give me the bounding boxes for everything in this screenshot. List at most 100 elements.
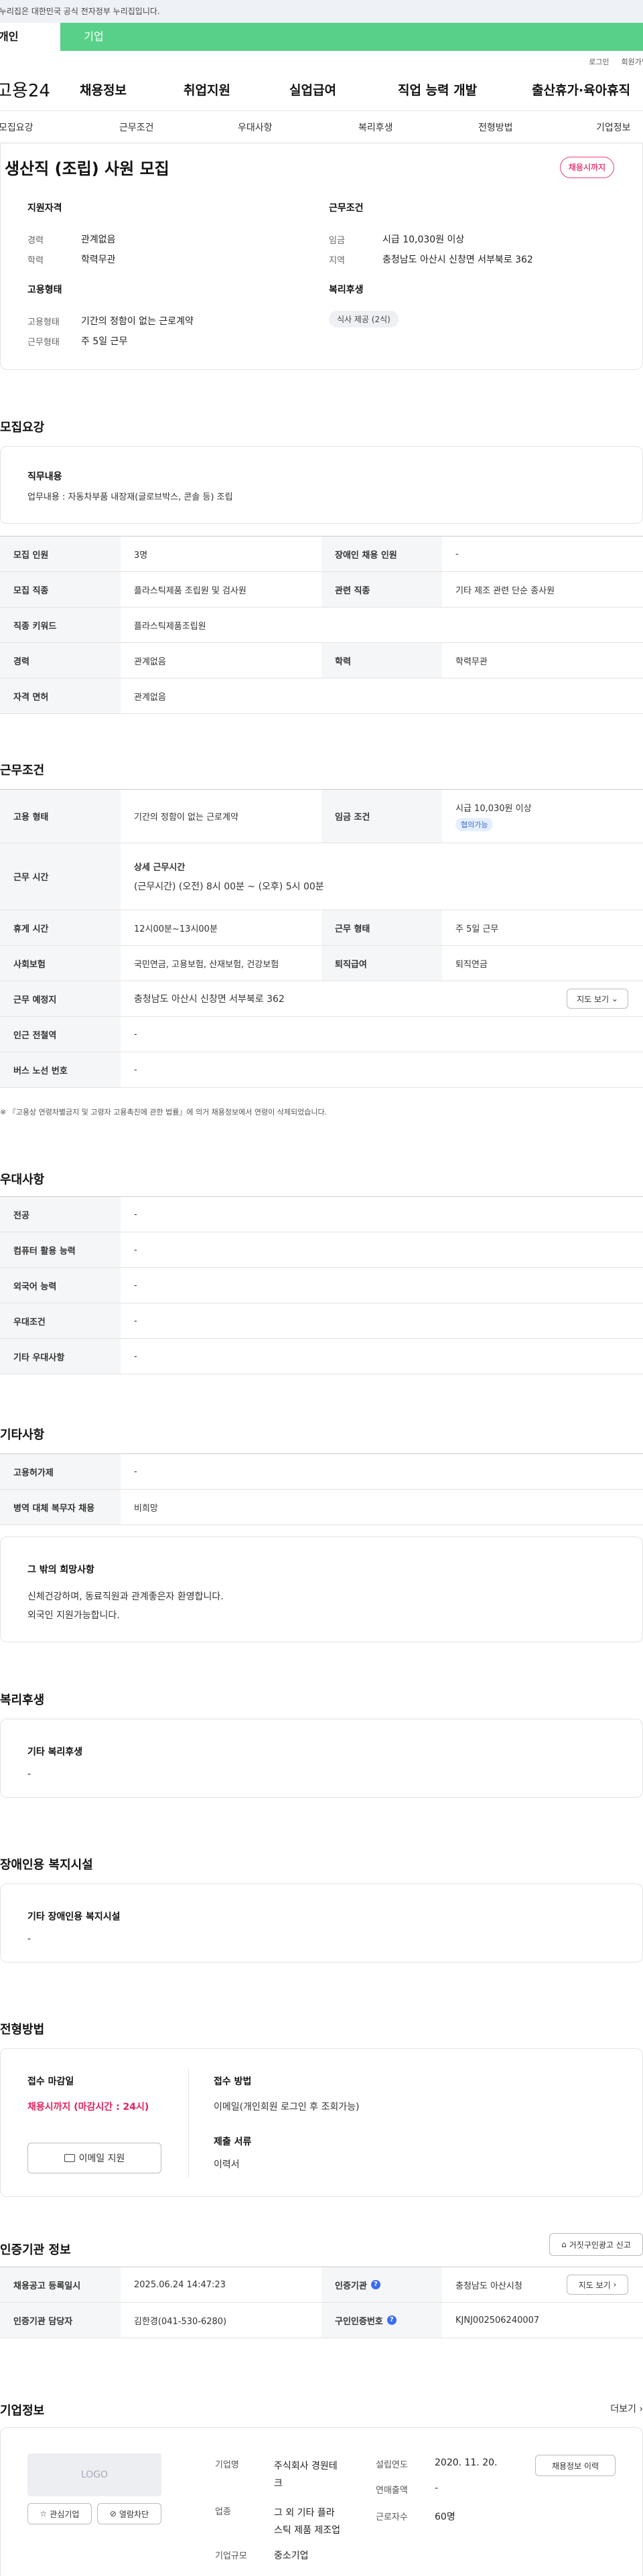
login-link[interactable]: 로그인	[589, 56, 609, 68]
signup-link[interactable]: 회원가입	[622, 56, 643, 68]
military-label: 병역 대체 복무자 채용	[0, 1490, 121, 1524]
docs-title: 제출 서류	[214, 2137, 252, 2147]
nav-employment-support[interactable]: 취업지원	[184, 80, 289, 98]
block-view-label: 열람차단	[119, 2509, 149, 2519]
job-history-button[interactable]: 채용정보 이력	[535, 2455, 616, 2476]
disability-box-value: -	[27, 1934, 31, 1944]
tab-personal[interactable]: 개인	[0, 23, 60, 51]
chevron-down-icon: ⌄	[611, 994, 618, 1003]
cert-no-label: 구인인증번호	[335, 2316, 383, 2327]
subnav-selection[interactable]: 전형방법	[478, 121, 513, 134]
disability-section-title: 장애인용 복지시설	[0, 1858, 93, 1872]
emp-type: 고용형태 기간의 정함이 없는 근로계약	[27, 311, 194, 331]
agency-section-title: 인증기관 정보	[0, 2243, 71, 2257]
employment-title: 고용형태	[27, 285, 62, 295]
pref-language-value: -	[134, 1280, 137, 1291]
subnav-company[interactable]: 기업정보	[596, 121, 631, 134]
gov-notice-bar: 이 누리집은 대한민국 공식 전자정부 누리집입니다.	[0, 0, 643, 23]
place-map-button[interactable]: 지도 보기 ⌄	[567, 989, 628, 1009]
employment-block: 고용형태 고용형태 기간의 정함이 없는 근로계약 근무형태 주 5일 근무	[27, 283, 194, 351]
pref-etc-label: 기타 우대사항	[0, 1339, 121, 1374]
job-value: 플라스틱제품 조립원 및 검사원	[134, 585, 246, 596]
reg-label: 채용공고 등록일시	[0, 2267, 121, 2302]
block-icon: ⊘	[109, 2509, 117, 2518]
headcount-label: 모집 인원	[0, 536, 121, 571]
info-icon[interactable]: ?	[370, 2280, 380, 2289]
pref-computer-label: 컴퓨터 활용 능력	[0, 1232, 121, 1267]
keyword-value: 플라스틱제품조립원	[134, 621, 206, 632]
headcount-value: 3명	[134, 550, 148, 561]
job-title: 생산직 (조립) 사원 모집	[5, 159, 169, 178]
subnav-work[interactable]: 근무조건	[119, 121, 154, 134]
info-icon[interactable]: ?	[386, 2315, 397, 2325]
pref-etc-value: -	[134, 1351, 137, 1362]
member-tabs: 개인 기업	[0, 23, 643, 51]
block-view-button[interactable]: ⊘ 열람차단	[97, 2503, 161, 2524]
chevron-right-icon: ›	[613, 2280, 617, 2289]
retire-label: 퇴직급여	[322, 946, 442, 981]
cond-region-value: 충청남도 아산시 신창면 서부북로 362	[382, 255, 533, 265]
nav-jobs[interactable]: 채용정보	[80, 80, 184, 98]
company-more-link[interactable]: 더보기 ›	[610, 2402, 643, 2415]
rest-value: 12시00분~13시00분	[134, 924, 218, 934]
etc-table: 고용허가제 - 병역 대체 복무자 채용 비희망	[0, 1453, 643, 1525]
wish-line-2: 외국인 지원가능합니다.	[27, 1610, 120, 1621]
time-value: (근무시간) (오전) 8시 00분 ~ (오후) 5시 00분	[134, 881, 324, 892]
wish-title: 그 밖의 희망사항	[27, 1565, 94, 1575]
qualification-block: 지원자격 경력 관계없음 학력 학력무관	[27, 201, 116, 269]
emp-form: 근무형태 주 5일 근무	[27, 331, 194, 351]
favorite-company-button[interactable]: ☆ 관심기업	[27, 2503, 92, 2524]
work-table: 고용 형태 기간의 정함이 없는 근로계약 임금 조건 시급 10,030원 이상 협의…	[0, 789, 643, 1088]
welfare-box: 기타 복리후생 -	[0, 1719, 643, 1798]
nav-leave[interactable]: 출산휴가·육아휴직	[532, 80, 630, 98]
nav-unemployment-benefit[interactable]: 실업급여	[289, 80, 398, 98]
subnav-pref[interactable]: 우대사항	[238, 121, 273, 134]
retire-value: 퇴직연금	[455, 959, 488, 970]
time-title: 상세 근무시간	[134, 863, 186, 873]
disability-box: 기타 장애인용 복지시설 -	[0, 1883, 643, 1962]
emp-type-label: 고용형태	[27, 317, 60, 328]
disabled-label: 장애인 채용 인원	[322, 536, 442, 571]
nav-skills[interactable]: 직업 능력 개발	[398, 80, 532, 98]
subnav-welfare[interactable]: 복리후생	[358, 121, 393, 134]
related-label: 관련 직종	[322, 572, 442, 607]
company-box: LOGO ☆ 관심기업 ⊘ 열람차단 기업명 주식회사 경원테크 업종 그 외 기타…	[0, 2427, 643, 2576]
wage-value: 시급 10,030원 이상	[455, 804, 532, 814]
duty-text: 업무내용 : 자동차부품 내장재(글로브박스, 콘솔 등) 조립	[27, 492, 233, 502]
founded-label: 설립연도	[376, 2460, 408, 2470]
company-section-title: 기업정보	[0, 2404, 45, 2418]
email-apply-label: 이메일 지원	[78, 2153, 125, 2164]
company-more-label: 더보기	[610, 2404, 636, 2415]
qual-edu-value: 학력무관	[81, 255, 116, 265]
military-value: 비희망	[134, 1503, 158, 1514]
site-logo[interactable]: 고용24	[0, 77, 80, 102]
org-map-button[interactable]: 지도 보기 ›	[567, 2275, 628, 2295]
etc-section-title: 기타사항	[0, 1428, 45, 1442]
cert-no-value: KJNJ002506240007	[455, 2315, 540, 2325]
org-map-label: 지도 보기	[578, 2280, 611, 2290]
email-apply-button[interactable]: 이메일 지원	[27, 2143, 161, 2173]
selection-section-title: 전형방법	[0, 2023, 45, 2037]
cond-wage-label: 임금	[329, 235, 345, 246]
station-value: -	[134, 1029, 137, 1040]
subnav-recruit[interactable]: 모집요강	[0, 121, 33, 134]
related-value: 기타 제조 관련 단순 종사원	[455, 585, 555, 596]
report-false-ad-button[interactable]: ⌂ 거짓구인광고 신고	[549, 2233, 643, 2256]
emp-type-value: 기간의 정함이 없는 근로계약	[81, 316, 194, 327]
util-links: 로그인 회원가입	[0, 51, 643, 68]
sales-label: 연매출액	[376, 2486, 408, 2496]
agency-table: 채용공고 등록일시 2025.06.24 14:47:23 인증기관? 충청남도 아산…	[0, 2267, 643, 2338]
keyword-label: 직종 키워드	[0, 607, 121, 642]
duty-title: 직무내용	[27, 472, 62, 482]
tab-company[interactable]: 기업	[60, 23, 127, 51]
selection-box: 접수 마감일 채용시까지 (마감시간 : 24시) 이메일 지원 접수 방법 이…	[0, 2048, 643, 2197]
org-value: 충청남도 아산시청	[455, 2281, 522, 2291]
wage-negotiable-chip: 협의가능	[455, 818, 494, 831]
career-value: 관계없음	[134, 656, 166, 667]
recruit-table: 모집 인원 3명 장애인 채용 인원 - 모집 직종 플라스틱제품 조립원 및 검사원 관…	[0, 536, 643, 714]
pref-table: 전공 - 컴퓨터 활용 능력 - 외국어 능력 - 우대조건 - 기타 우대사항 -	[0, 1196, 643, 1374]
place-value: 충청남도 아산시 신창면 서부북로 362	[134, 994, 285, 1005]
pref-language-label: 외국어 능력	[0, 1268, 121, 1303]
industry-value: 그 외 기타 플라스틱 제품 제조업	[274, 2508, 341, 2536]
form-label: 근무 형태	[322, 910, 442, 945]
